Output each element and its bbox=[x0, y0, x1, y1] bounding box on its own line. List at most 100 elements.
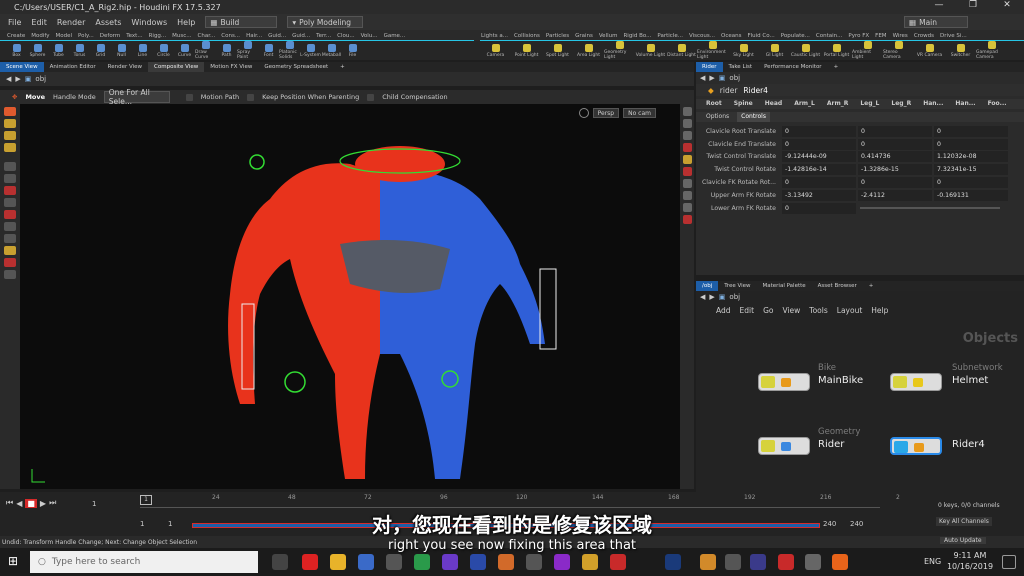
app-icon[interactable] bbox=[778, 554, 794, 570]
shelf-tab[interactable]: Text... bbox=[123, 33, 145, 39]
add-tab-icon[interactable]: + bbox=[863, 281, 880, 291]
shelf-tab[interactable]: Lights a... bbox=[478, 33, 511, 39]
param-folder-tab[interactable]: Arm_L bbox=[790, 99, 819, 109]
tab-asset-browser[interactable]: Asset Browser bbox=[812, 281, 863, 291]
param-value-field[interactable]: 0 bbox=[782, 202, 856, 214]
houdini-icon[interactable] bbox=[832, 554, 848, 570]
shelf-tab[interactable]: Particle... bbox=[654, 33, 686, 39]
frame-marker[interactable]: 1 bbox=[140, 495, 152, 505]
shelf-tool[interactable]: Geometry Light bbox=[604, 41, 635, 60]
tab-obj[interactable]: /obj bbox=[696, 281, 719, 291]
param-value-field[interactable]: 0 bbox=[782, 177, 856, 189]
taskbar-search[interactable]: ○ Type here to search bbox=[30, 551, 258, 573]
display-icon[interactable] bbox=[682, 107, 692, 116]
shelf-tool[interactable]: VR Camera bbox=[914, 43, 945, 58]
rotate-tool-icon[interactable] bbox=[4, 131, 16, 140]
app-icon[interactable] bbox=[610, 554, 626, 570]
shelf-tab[interactable]: Vellum bbox=[596, 33, 621, 39]
param-value-field[interactable]: -3.13492 bbox=[782, 189, 856, 201]
shelf-tab[interactable]: Rigid Bo... bbox=[620, 33, 654, 39]
light-icon[interactable] bbox=[682, 155, 692, 164]
control-handle[interactable] bbox=[284, 371, 306, 393]
shelf-tab[interactable]: Populate... bbox=[778, 33, 813, 39]
param-value-field[interactable]: 0 bbox=[858, 125, 932, 137]
shelf-tool[interactable]: Curve bbox=[174, 43, 195, 58]
node-rider[interactable] bbox=[758, 437, 810, 455]
app-icon[interactable] bbox=[442, 554, 458, 570]
play-icon[interactable]: ▶ bbox=[40, 499, 46, 508]
shelf-tab[interactable]: Terr... bbox=[313, 33, 334, 39]
shelf-tab[interactable]: Viscous... bbox=[686, 33, 718, 39]
app-icon[interactable] bbox=[750, 554, 766, 570]
menu-go[interactable]: Go bbox=[763, 306, 773, 315]
paint-icon[interactable] bbox=[4, 198, 16, 207]
shelf-tab[interactable]: Volu... bbox=[358, 33, 381, 39]
tab-composite-view[interactable]: Composite View bbox=[148, 62, 205, 72]
shelf-tab[interactable]: Rigg... bbox=[146, 33, 170, 39]
shelf-tab[interactable]: Fluid Co... bbox=[744, 33, 777, 39]
shelf-tool[interactable]: Path bbox=[216, 43, 237, 58]
light-icon[interactable] bbox=[4, 246, 16, 255]
menu-windows[interactable]: Windows bbox=[131, 18, 167, 27]
maximize-icon[interactable]: ❐ bbox=[956, 0, 990, 10]
menu-file[interactable]: File bbox=[8, 18, 21, 27]
app-icon[interactable] bbox=[582, 554, 598, 570]
add-tab-icon[interactable]: + bbox=[334, 62, 351, 72]
shelf-tool[interactable]: Sphere bbox=[27, 43, 48, 58]
play-reverse-icon[interactable]: ◀ bbox=[16, 499, 22, 508]
pin-icon[interactable] bbox=[682, 215, 692, 224]
skip-end-icon[interactable]: ⏭ bbox=[49, 498, 56, 508]
render-icon[interactable] bbox=[4, 234, 16, 243]
shelf-tab[interactable]: Guid... bbox=[265, 33, 289, 39]
param-folder-tab[interactable]: Leg_R bbox=[887, 99, 915, 109]
windows-start-icon[interactable]: ⊞ bbox=[8, 554, 22, 568]
task-view-icon[interactable] bbox=[272, 554, 288, 570]
shelf-tool[interactable]: Draw Curve bbox=[195, 41, 216, 60]
photoshop-icon[interactable] bbox=[665, 554, 681, 570]
record-icon[interactable] bbox=[4, 258, 16, 267]
param-value-field[interactable]: -1.3286e-15 bbox=[858, 164, 932, 176]
shelf-tool[interactable]: Point Light bbox=[511, 43, 542, 58]
tab-rider[interactable]: Rider bbox=[696, 62, 723, 72]
menu-view[interactable]: View bbox=[782, 306, 800, 315]
shelf-tab[interactable]: Cons... bbox=[218, 33, 243, 39]
param-value-field[interactable]: -0.169131 bbox=[934, 189, 1008, 201]
app-icon[interactable] bbox=[725, 554, 741, 570]
tab-motion-fx-view[interactable]: Motion FX View bbox=[204, 62, 258, 72]
shelf-tab[interactable]: Oceans bbox=[718, 33, 744, 39]
tab-animation-editor[interactable]: Animation Editor bbox=[44, 62, 102, 72]
shelf-tool[interactable]: Box bbox=[6, 43, 27, 58]
shelf-tab[interactable]: Particles bbox=[543, 33, 572, 39]
param-folder-tab[interactable]: Head bbox=[761, 99, 786, 109]
magnet-icon[interactable] bbox=[4, 210, 16, 219]
snap-icon[interactable] bbox=[4, 186, 16, 195]
shelf-tool[interactable]: Grid bbox=[90, 43, 111, 58]
stop-icon[interactable]: ■ bbox=[25, 498, 37, 508]
shelf-tab[interactable]: Grains bbox=[572, 33, 596, 39]
control-handle[interactable] bbox=[249, 154, 265, 170]
tab-render-view[interactable]: Render View bbox=[102, 62, 148, 72]
forward-icon[interactable]: ▶ bbox=[709, 293, 714, 301]
lock-icon[interactable] bbox=[682, 119, 692, 128]
param-folder-tab[interactable]: Leg_L bbox=[856, 99, 883, 109]
forward-icon[interactable]: ▶ bbox=[709, 74, 714, 82]
app-icon[interactable] bbox=[498, 554, 514, 570]
param-folder-tab[interactable]: Han... bbox=[919, 99, 947, 109]
camera-icon[interactable] bbox=[4, 270, 16, 279]
shelf-tab[interactable]: Contain... bbox=[813, 33, 845, 39]
tab-material-palette[interactable]: Material Palette bbox=[757, 281, 812, 291]
child-comp-toggle[interactable] bbox=[367, 93, 375, 101]
shelf-tab[interactable]: Musc... bbox=[169, 33, 194, 39]
forward-icon[interactable]: ▶ bbox=[15, 75, 20, 83]
shelf-tool[interactable]: Sky Light bbox=[728, 43, 759, 58]
app-icon[interactable] bbox=[700, 554, 716, 570]
node-name[interactable]: Rider4 bbox=[743, 86, 768, 95]
shelf-tool[interactable]: Platonic Solids bbox=[279, 41, 300, 60]
menu-edit[interactable]: Edit bbox=[31, 18, 47, 27]
param-path[interactable]: obj bbox=[729, 74, 740, 82]
notification-icon[interactable] bbox=[1002, 555, 1016, 569]
app-icon[interactable] bbox=[414, 554, 430, 570]
shelf-tool[interactable]: Null bbox=[111, 43, 132, 58]
tab-scene-view[interactable]: Scene View bbox=[0, 62, 44, 72]
app-icon[interactable] bbox=[526, 554, 542, 570]
